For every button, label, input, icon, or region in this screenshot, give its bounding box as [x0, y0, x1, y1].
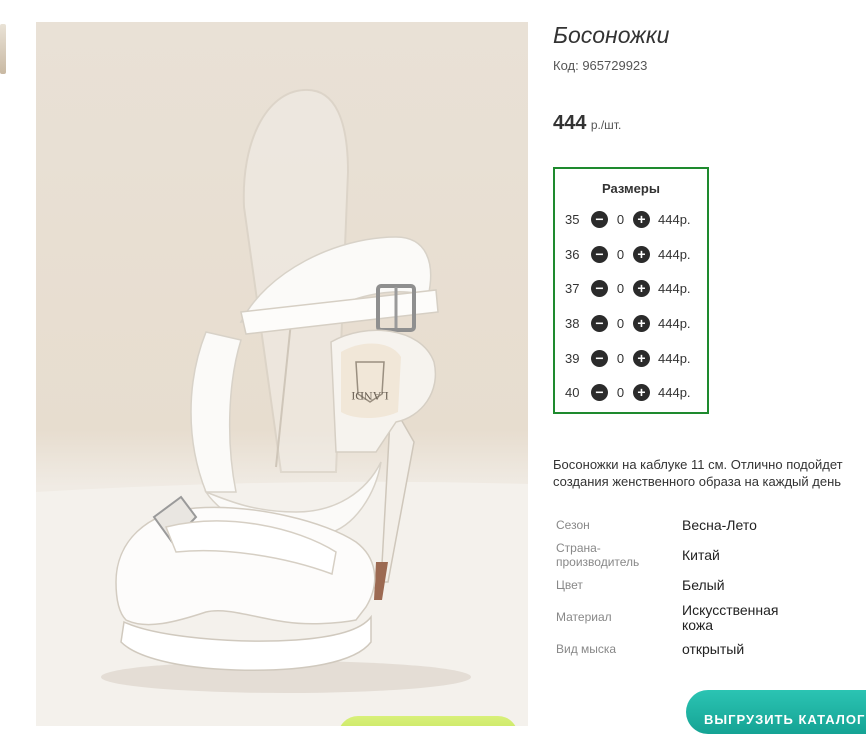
size-number: 38 [565, 315, 580, 331]
attr-value-toe: открытый [682, 641, 745, 657]
attr-label-season: Сезон [556, 518, 590, 532]
size-row: 35 − 0 + 444р. [565, 209, 691, 229]
size-quantity[interactable]: 0 [608, 247, 633, 262]
sandal-illustration: LANDI [36, 88, 528, 726]
attr-value-country: Китай [682, 547, 720, 563]
product-photo: LANDI [36, 22, 528, 726]
plus-circle-icon[interactable]: + [633, 383, 650, 401]
attr-label-toe: Вид мыска [556, 642, 617, 656]
attr-label-country: Страна-производитель [556, 541, 640, 569]
size-price: 444р. [658, 246, 691, 262]
price-value: 444 [553, 112, 587, 134]
price-unit: р./шт. [590, 118, 622, 132]
minus-circle-icon[interactable]: − [591, 279, 608, 297]
size-price: 444р. [658, 280, 691, 296]
size-price: 444р. [658, 384, 691, 400]
size-number: 36 [565, 246, 580, 262]
attr-label-material: Материал [556, 610, 612, 624]
size-number: 40 [565, 384, 580, 400]
description-line: создания женственного образа на каждый д… [553, 474, 842, 489]
minus-circle-icon[interactable]: − [591, 349, 608, 367]
plus-circle-icon[interactable]: + [633, 210, 650, 228]
size-price: 444р. [658, 350, 691, 366]
minus-circle-icon[interactable]: − [591, 245, 608, 263]
size-quantity[interactable]: 0 [608, 351, 633, 366]
attr-value-season: Весна-Лето [682, 517, 757, 533]
product-thumbnail[interactable] [0, 24, 6, 74]
size-row: 37 − 0 + 444р. [565, 278, 691, 298]
size-quantity[interactable]: 0 [608, 385, 633, 400]
size-row: 40 − 0 + 444р. [565, 382, 691, 402]
size-number: 35 [565, 211, 580, 227]
description-line: Босоножки на каблуке 11 см. Отлично подо… [553, 457, 843, 472]
size-number: 39 [565, 350, 580, 366]
attr-value-color: Белый [682, 577, 725, 593]
size-quantity[interactable]: 0 [608, 316, 633, 331]
size-row: 39 − 0 + 444р. [565, 348, 691, 368]
product-description: Босоножки на каблуке 11 см. Отлично подо… [553, 456, 866, 490]
plus-circle-icon[interactable]: + [633, 245, 650, 263]
size-quantity[interactable]: 0 [608, 281, 633, 296]
plus-circle-icon[interactable]: + [633, 279, 650, 297]
attr-value-material: Искусственная кожа [682, 602, 779, 633]
sizes-title: Размеры [602, 181, 660, 196]
size-price: 444р. [658, 315, 691, 331]
minus-circle-icon[interactable]: − [591, 314, 608, 332]
size-row: 36 − 0 + 444р. [565, 244, 691, 264]
plus-circle-icon[interactable]: + [633, 349, 650, 367]
product-title: Босоножки [553, 22, 670, 48]
minus-circle-icon[interactable]: − [591, 383, 608, 401]
sizes-panel: Размеры 35 − 0 + 444р. 36 − 0 + 444р. 37… [553, 167, 709, 414]
attr-label-color: Цвет [556, 578, 583, 592]
product-price: 444 р./шт. [553, 112, 621, 135]
photo-action-button[interactable] [338, 716, 518, 726]
export-catalog-button[interactable]: ВЫГРУЗИТЬ КАТАЛОГ [686, 690, 866, 734]
minus-circle-icon[interactable]: − [591, 210, 608, 228]
size-row: 38 − 0 + 444р. [565, 313, 691, 333]
plus-circle-icon[interactable]: + [633, 314, 650, 332]
product-code: Код: 965729923 [553, 58, 648, 73]
size-number: 37 [565, 280, 580, 296]
brand-text: LANDI [351, 389, 388, 403]
size-price: 444р. [658, 211, 691, 227]
size-quantity[interactable]: 0 [608, 212, 633, 227]
